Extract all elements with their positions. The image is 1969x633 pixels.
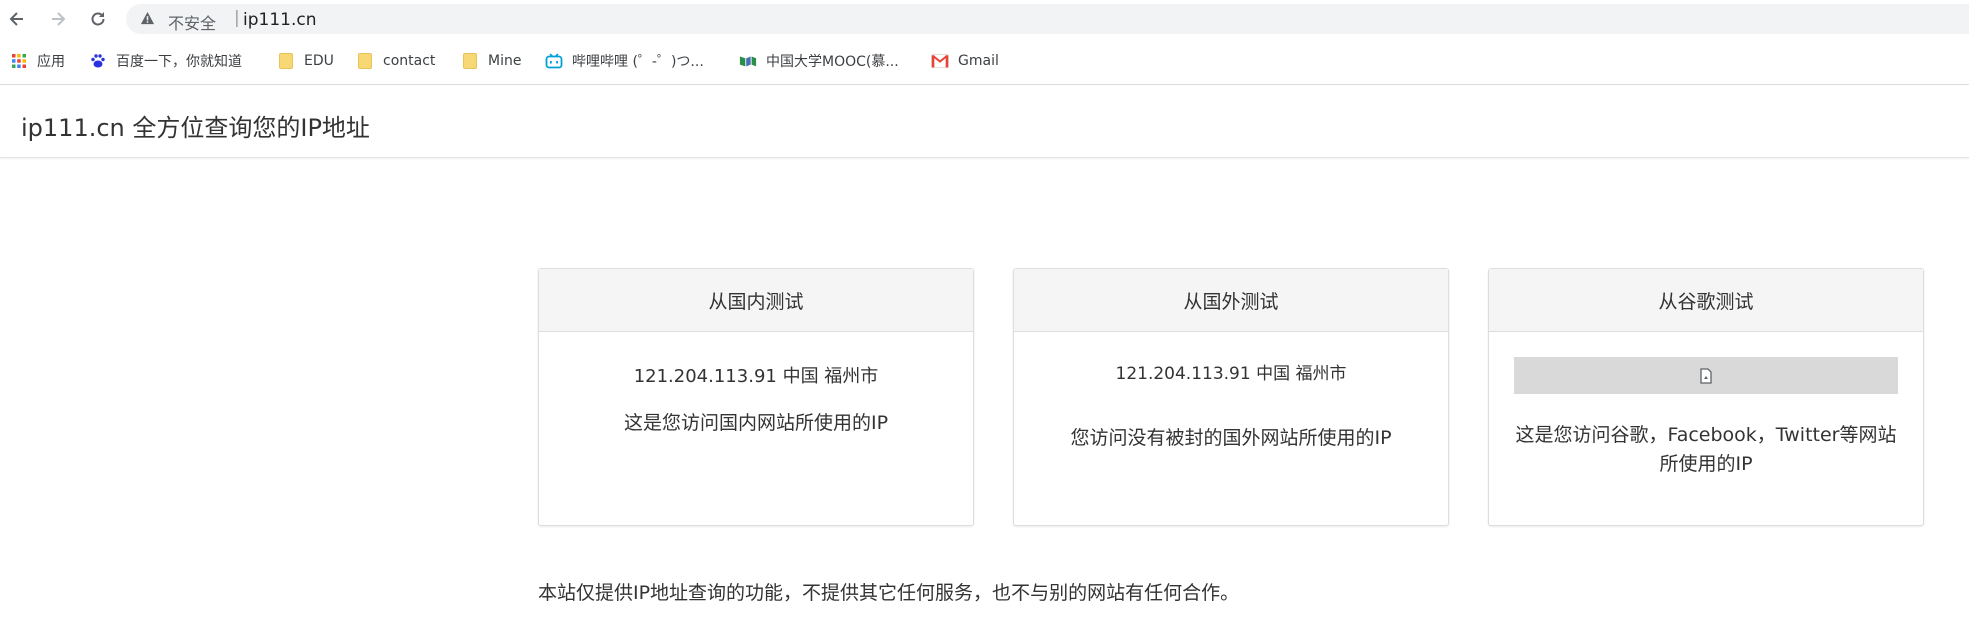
site-header: ip111.cn 全方位查询您的IP地址 <box>0 86 1969 158</box>
card-body: 121.204.113.91 中国 福州市 您访问没有被封的国外网站所使用的IP <box>1014 332 1448 453</box>
bookmark-mooc[interactable]: 中国大学MOOC(慕... <box>739 50 899 72</box>
bookmark-label: 哔哩哔哩 (゜-゜)つ... <box>572 54 704 70</box>
card-title: 从谷歌测试 <box>1489 269 1923 332</box>
arrow-left-icon <box>9 12 23 26</box>
card-title: 从国外测试 <box>1014 269 1448 332</box>
mooc-icon <box>739 52 757 70</box>
bookmark-label: 中国大学MOOC(慕... <box>766 54 899 70</box>
card-description-line2: 所使用的IP <box>1659 453 1753 475</box>
folder-icon <box>277 52 295 70</box>
bookmark-label: 百度一下，你就知道 <box>116 54 242 70</box>
card-body: 121.204.113.91 中国 福州市 这是您访问国内网站所使用的IP <box>539 332 973 438</box>
card-description-line1: 这是您访问谷歌，Facebook，Twitter等网站 <box>1515 424 1897 446</box>
card-description: 您访问没有被封的国外网站所使用的IP <box>1070 427 1392 449</box>
reload-button[interactable] <box>87 8 109 30</box>
bookmark-label: 应用 <box>37 54 65 70</box>
card-description: 这是您访问谷歌，Facebook，Twitter等网站 所使用的IP <box>1489 421 1923 479</box>
bookmark-gmail[interactable]: Gmail <box>931 50 999 72</box>
bookmark-label: EDU <box>304 53 334 69</box>
card-title: 从国内测试 <box>539 269 973 332</box>
ip-location-text: 121.204.113.91 中国 福州市 <box>633 366 879 387</box>
baidu-paw-icon <box>89 52 107 70</box>
bookmark-folder-edu[interactable]: EDU <box>277 50 334 72</box>
bookmark-apps[interactable]: 应用 <box>10 50 65 72</box>
browser-toolbar: 不安全 | ip111.cn <box>0 0 1969 37</box>
domestic-test-card: 从国内测试 121.204.113.91 中国 福州市 这是您访问国内网站所使用… <box>538 268 974 526</box>
broken-frame-placeholder <box>1514 357 1898 394</box>
security-label: 不安全 <box>168 14 217 33</box>
bookmark-folder-contact[interactable]: contact <box>356 50 435 72</box>
back-button[interactable] <box>6 8 28 30</box>
card-body: 这是您访问谷歌，Facebook，Twitter等网站 所使用的IP <box>1489 332 1923 526</box>
bookmark-label: contact <box>383 53 436 69</box>
ip-location-text: 121.204.113.91 中国 福州市 <box>1115 364 1347 384</box>
google-test-card: 从谷歌测试 这是您访问谷歌，Facebook，Twitter等网站 所使用的IP <box>1488 268 1924 526</box>
bookmark-baidu[interactable]: 百度一下，你就知道 <box>89 50 242 72</box>
disclaimer-text: 本站仅提供IP地址查询的功能，不提供其它任何服务，也不与别的网站有任何合作。 <box>538 582 1240 604</box>
bookmarks-bar: 应用 百度一下，你就知道 EDU contact Mine 哔哩哔哩 (゜-゜)… <box>0 37 1969 85</box>
bookmark-label: Gmail <box>958 53 999 69</box>
card-description: 这是您访问国内网站所使用的IP <box>623 412 889 434</box>
arrow-right-icon <box>52 12 66 26</box>
bookmark-folder-mine[interactable]: Mine <box>461 50 521 72</box>
bookmark-bilibili[interactable]: 哔哩哔哩 (゜-゜)つ... <box>545 50 704 72</box>
url-text[interactable]: ip111.cn <box>243 10 317 30</box>
foreign-test-card: 从国外测试 121.204.113.91 中国 福州市 您访问没有被封的国外网站… <box>1013 268 1449 526</box>
forward-button[interactable] <box>47 8 69 30</box>
bilibili-icon <box>545 52 563 70</box>
warning-icon[interactable] <box>140 11 155 26</box>
page-title[interactable]: ip111.cn 全方位查询您的IP地址 <box>21 108 370 143</box>
folder-icon <box>356 52 374 70</box>
gmail-icon <box>931 52 949 70</box>
folder-icon <box>461 52 479 70</box>
reload-icon <box>91 12 105 26</box>
address-separator: | <box>234 8 240 28</box>
apps-grid-icon <box>10 52 28 70</box>
broken-document-icon <box>1700 367 1712 384</box>
address-bar[interactable]: 不安全 | ip111.cn <box>126 4 1969 34</box>
bookmark-label: Mine <box>488 53 522 69</box>
